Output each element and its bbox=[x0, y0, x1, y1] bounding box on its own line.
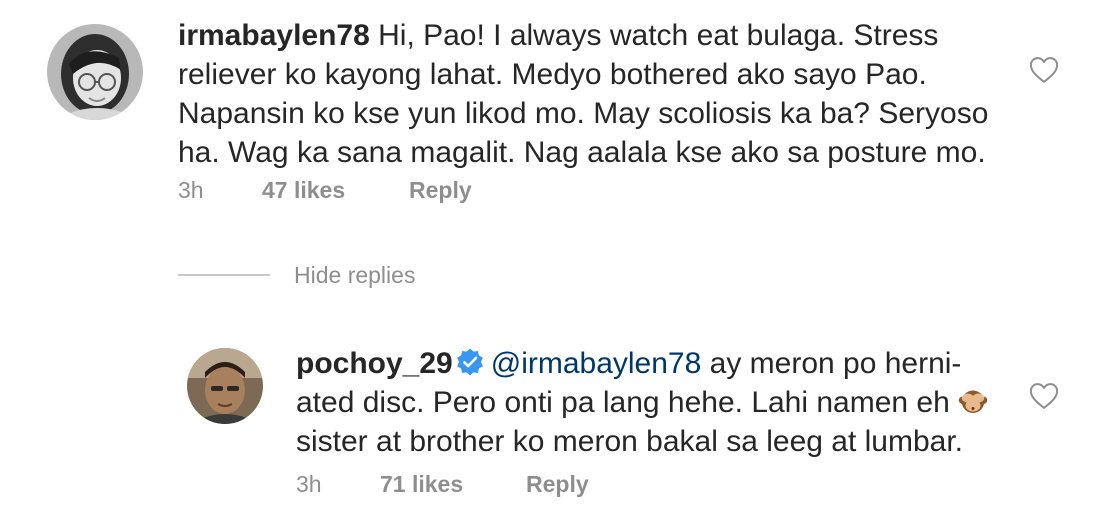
comment-reply-button[interactable]: Reply bbox=[409, 176, 472, 204]
reply-like-heart-icon[interactable] bbox=[1029, 382, 1059, 410]
avatar-pochoy_29[interactable] bbox=[187, 348, 263, 424]
reply-likes-count[interactable]: 71 likes bbox=[380, 470, 463, 498]
user-avatar-woman-glasses-icon bbox=[47, 24, 143, 120]
hide-replies-divider bbox=[178, 274, 270, 276]
comment-text-line-1: Hi, Pao! I always watch eat bulaga. Stre… bbox=[369, 19, 939, 52]
reply-timestamp: 3h bbox=[296, 471, 322, 497]
verified-badge-icon bbox=[456, 348, 483, 376]
reply-meta: 3h 71 likes Reply bbox=[296, 470, 696, 498]
comment-meta: 3h 47 likes Reply bbox=[178, 176, 578, 204]
user-avatar-man-icon bbox=[187, 348, 263, 424]
reply-body: pochoy_29 @irmabaylen78 ay meron po hern… bbox=[296, 344, 1006, 461]
reply-text-line-3: sister at brother ko meron bakal sa leeg… bbox=[296, 425, 964, 458]
avatar-irmabaylen78[interactable] bbox=[47, 24, 143, 120]
comment-body: irmabaylen78 Hi, Pao! I always watch eat… bbox=[178, 16, 1008, 172]
comment-text-line-4: ha. Wag ka sana magalit. Nag aalala kse … bbox=[178, 136, 986, 169]
see-no-evil-monkey-emoji-icon bbox=[958, 390, 988, 413]
comment-username[interactable]: irmabaylen78 bbox=[178, 19, 370, 52]
reply-text-line-2: ated disc. Pero onti pa lang hehe. Lahi … bbox=[296, 386, 959, 419]
reply-mention-link[interactable]: @irmabaylen78 bbox=[491, 347, 702, 380]
comment-text-line-3: Napansin ko kse yun likod mo. May scolio… bbox=[178, 97, 989, 130]
comment-likes-count[interactable]: 47 likes bbox=[262, 176, 345, 204]
hide-replies-label: Hide replies bbox=[294, 262, 416, 288]
like-heart-icon[interactable] bbox=[1029, 56, 1059, 84]
comment-timestamp: 3h bbox=[178, 177, 204, 203]
reply-username[interactable]: pochoy_29 bbox=[296, 347, 453, 380]
comment-line-1: irmabaylen78 Hi, Pao! I always watch eat… bbox=[178, 16, 1008, 55]
heart-outline-icon bbox=[1029, 383, 1059, 409]
comment-text-line-2: reliever ko kayong lahat. Medyo bothered… bbox=[178, 58, 927, 91]
reply-reply-button[interactable]: Reply bbox=[526, 470, 589, 498]
reply-line-2: ated disc. Pero onti pa lang hehe. Lahi … bbox=[296, 383, 1006, 422]
heart-outline-icon bbox=[1029, 57, 1059, 83]
reply-line-1: pochoy_29 @irmabaylen78 ay meron po hern… bbox=[296, 344, 1006, 383]
reply-text-line-1: ay meron po herni- bbox=[701, 347, 962, 380]
